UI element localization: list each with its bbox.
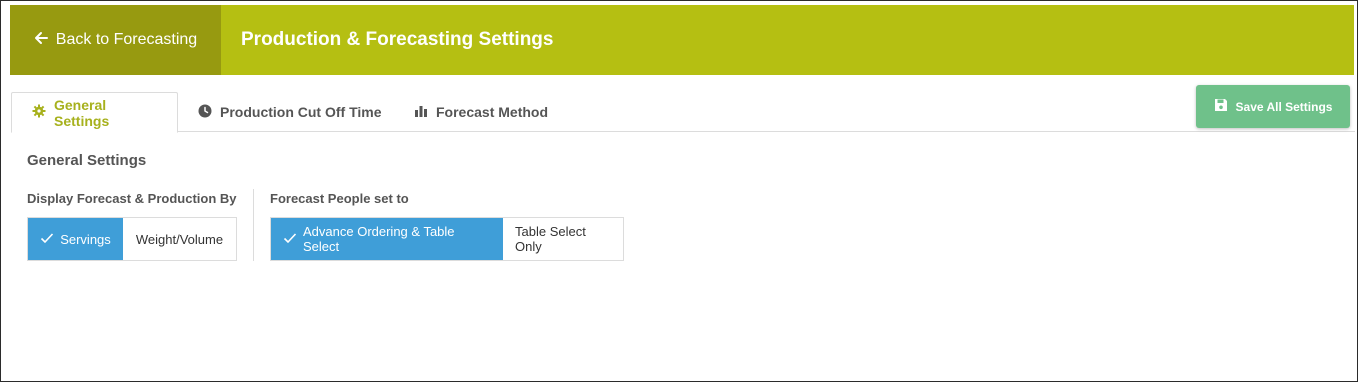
- save-all-settings-button[interactable]: Save All Settings: [1196, 85, 1350, 128]
- gear-icon: [32, 104, 46, 121]
- check-icon: [283, 231, 297, 248]
- tab-general-settings[interactable]: General Settings: [11, 92, 178, 133]
- save-icon: [1214, 98, 1228, 115]
- settings-tabs: General Settings Production Cut Off Time…: [11, 92, 1355, 133]
- tab-label: Production Cut Off Time: [220, 104, 382, 120]
- display-forecast-label: Display Forecast & Production By: [27, 191, 237, 206]
- option-label: Advance Ordering & Table Select: [303, 224, 455, 254]
- group-divider: [253, 189, 254, 261]
- weight-volume-option[interactable]: Weight/Volume: [123, 218, 236, 260]
- clock-icon: [198, 104, 212, 121]
- tab-label: General Settings: [54, 96, 110, 129]
- tab-production-cut-off-time[interactable]: Production Cut Off Time: [178, 92, 402, 132]
- page-title: Production & Forecasting Settings: [241, 29, 554, 50]
- arrow-left-icon: [34, 31, 48, 50]
- section-title: General Settings: [27, 152, 147, 169]
- back-to-forecasting-button[interactable]: Back to Forecasting: [10, 5, 221, 75]
- display-forecast-toggle: Servings Weight/Volume: [27, 217, 237, 261]
- option-label: Table Select Only: [515, 224, 586, 254]
- servings-option[interactable]: Servings: [28, 218, 123, 260]
- tab-label: Forecast Method: [436, 104, 549, 120]
- advance-ordering-table-select-option[interactable]: Advance Ordering & Table Select: [271, 218, 503, 260]
- forecast-people-label: Forecast People set to: [270, 191, 409, 206]
- option-label: Servings: [60, 231, 111, 247]
- forecast-people-toggle: Advance Ordering & Table Select Table Se…: [270, 217, 624, 261]
- option-label: Weight/Volume: [135, 231, 224, 247]
- bar-chart-icon: [414, 104, 428, 121]
- back-button-label: Back to Forecasting: [55, 31, 198, 48]
- tab-forecast-method[interactable]: Forecast Method: [394, 92, 568, 132]
- table-select-only-option[interactable]: Table Select Only: [503, 218, 623, 260]
- save-button-label: Save All Settings: [1235, 99, 1333, 114]
- check-icon: [40, 231, 54, 248]
- header-bar: Back to Forecasting Production & Forecas…: [10, 5, 1354, 75]
